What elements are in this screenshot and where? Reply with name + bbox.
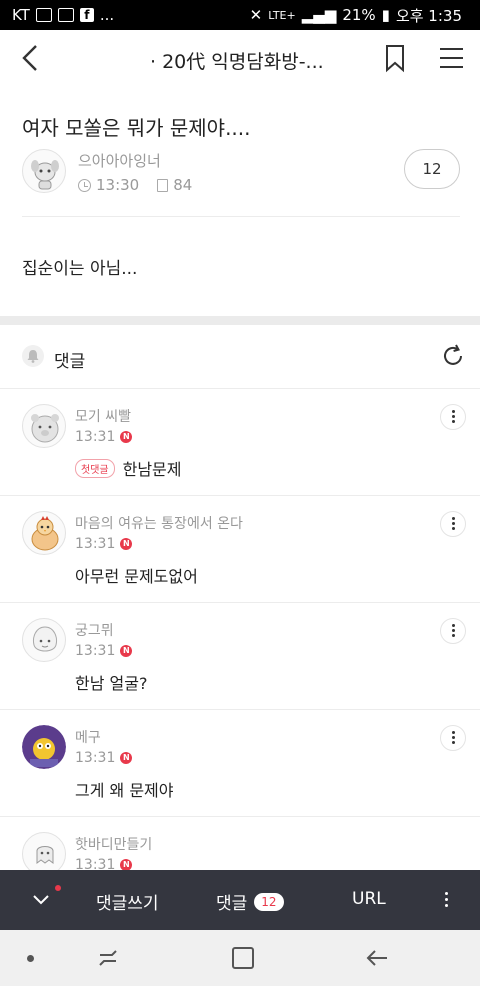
comment-body: 그게 왜 문제야 — [75, 781, 174, 800]
image-icon — [57, 8, 74, 22]
chevron-down-icon[interactable] — [30, 892, 52, 908]
ghost-character-icon — [36, 846, 54, 864]
comment-item: 모기 씨빨 13:31 N 첫댓글 한남문제 — [0, 389, 480, 496]
refresh-icon[interactable] — [440, 343, 466, 369]
comments-count-badge: 12 — [254, 892, 284, 911]
notification-dot — [55, 885, 61, 891]
network-label: LTE+ — [268, 8, 296, 22]
bookmark-icon[interactable] — [380, 42, 410, 74]
comments-button-label: 댓글 — [216, 894, 248, 914]
post-meta: 13:30 84 — [78, 176, 192, 194]
more-vertical-icon[interactable] — [440, 888, 454, 914]
comments-label: 댓글 — [54, 352, 86, 372]
commenter-avatar[interactable] — [22, 725, 66, 769]
new-badge: N — [120, 859, 133, 870]
post-time: 13:30 — [96, 176, 140, 194]
comment-body: 한남 얼굴? — [75, 674, 148, 693]
write-comment-button[interactable]: 댓글쓰기 — [96, 889, 159, 914]
author-avatar[interactable] — [22, 149, 66, 193]
new-badge: N — [120, 752, 133, 764]
mute-icon: ✕ — [249, 6, 263, 24]
post-views: 84 — [173, 176, 193, 194]
cartoon-character-icon — [22, 725, 66, 769]
battery-percent: 21% — [342, 6, 376, 24]
author-name[interactable]: 으아아아잉너 — [78, 150, 161, 171]
status-bar: KT f ... ✕ LTE+ ▂▄▆ 21% ▮ 오후 1:35 — [0, 0, 480, 30]
more-options-icon[interactable] — [440, 618, 466, 644]
comment-time: 13:31 N — [75, 536, 133, 552]
comment-text: 한남 얼굴? — [75, 670, 147, 694]
commenter-avatar[interactable] — [22, 511, 66, 555]
comment-body: 아무런 문제도없어 — [75, 567, 198, 586]
comment-time-text: 13:31 — [75, 536, 116, 552]
views-icon — [157, 178, 169, 192]
comment-text: 아무런 문제도없어 — [75, 563, 198, 587]
comment-item: 메구 13:31 N 그게 왜 문제야 — [0, 710, 480, 817]
comment-item: 핫바디만들기 13:31 N — [0, 817, 480, 870]
tv-icon — [35, 8, 52, 22]
peach-character-icon — [33, 626, 57, 652]
hamburger-menu-icon[interactable] — [436, 44, 466, 72]
clock: 오후 1:35 — [395, 6, 462, 25]
comments-list: 모기 씨빨 13:31 N 첫댓글 한남문제 마음의 여유는 통장에서 온다 1… — [0, 389, 480, 870]
commenter-name[interactable]: 핫바디만들기 — [75, 834, 152, 854]
comment-time: 13:31 N — [75, 643, 133, 659]
comment-text: 첫댓글 한남문제 — [75, 456, 182, 480]
comment-time-text: 13:31 — [75, 857, 116, 870]
comments-header: 댓글 — [0, 325, 480, 389]
divider — [22, 216, 460, 217]
commenter-name[interactable]: 모기 씨빨 — [75, 406, 131, 426]
nav-dot-icon[interactable] — [27, 955, 34, 962]
comment-body: 한남문제 — [122, 460, 182, 479]
url-button[interactable]: URL — [352, 889, 386, 909]
clock-icon — [78, 178, 91, 192]
post-body: 집순이는 아님... — [22, 259, 138, 279]
comment-time-text: 13:31 — [75, 643, 116, 659]
commenter-name[interactable]: 마음의 여유는 통장에서 온다 — [75, 513, 243, 533]
section-separator — [0, 316, 480, 325]
comment-text: 그게 왜 문제야 — [75, 777, 174, 801]
post: 여자 모쏠은 뭐가 문제야.... 으아아아잉너 13:30 84 12 집순이… — [0, 86, 480, 316]
commenter-avatar[interactable] — [22, 832, 66, 870]
dog-character-icon — [31, 160, 59, 190]
more-options-icon[interactable] — [440, 725, 466, 751]
recent-apps-icon[interactable] — [96, 946, 120, 970]
new-badge: N — [120, 538, 133, 550]
comment-time: 13:31 N — [75, 750, 133, 766]
battery-icon: ▮ — [381, 6, 390, 24]
bottom-action-bar: 댓글쓰기 댓글 12 URL — [0, 870, 480, 930]
new-badge: N — [120, 431, 133, 443]
comment-count-bubble[interactable]: 12 — [404, 149, 460, 189]
more-notifications-icon: ... — [99, 6, 115, 24]
signal-icon: ▂▄▆ — [301, 6, 337, 24]
comment-time: 13:31 N — [75, 429, 133, 445]
home-icon[interactable] — [232, 947, 254, 969]
commenter-avatar[interactable] — [22, 404, 66, 448]
first-comment-badge: 첫댓글 — [75, 458, 115, 478]
comments-button[interactable]: 댓글 12 — [216, 889, 284, 914]
back-icon[interactable] — [364, 946, 390, 970]
bear-character-icon — [31, 414, 59, 443]
commenter-avatar[interactable] — [22, 618, 66, 662]
comment-time-text: 13:31 — [75, 750, 116, 766]
board-title[interactable]: · 20代 익명담화방-... — [150, 47, 324, 74]
facebook-icon: f — [79, 8, 94, 22]
commenter-name[interactable]: 궁그뮈 — [75, 620, 114, 640]
commenter-name[interactable]: 메구 — [75, 727, 101, 747]
more-options-icon[interactable] — [440, 404, 466, 430]
more-options-icon[interactable] — [440, 511, 466, 537]
comment-item: 궁그뮈 13:31 N 한남 얼굴? — [0, 603, 480, 710]
bell-icon[interactable] — [22, 345, 44, 367]
system-navigation-bar — [0, 930, 480, 986]
comment-time: 13:31 N — [75, 857, 133, 870]
new-badge: N — [120, 645, 133, 657]
chicken-character-icon — [31, 516, 59, 551]
comment-item: 마음의 여유는 통장에서 온다 13:31 N 아무런 문제도없어 — [0, 496, 480, 603]
post-title: 여자 모쏠은 뭐가 문제야.... — [22, 116, 251, 140]
comment-time-text: 13:31 — [75, 429, 116, 445]
back-arrow-icon[interactable] — [14, 40, 50, 76]
carrier-label: KT — [12, 6, 30, 24]
app-bar: · 20代 익명담화방-... — [0, 30, 480, 86]
